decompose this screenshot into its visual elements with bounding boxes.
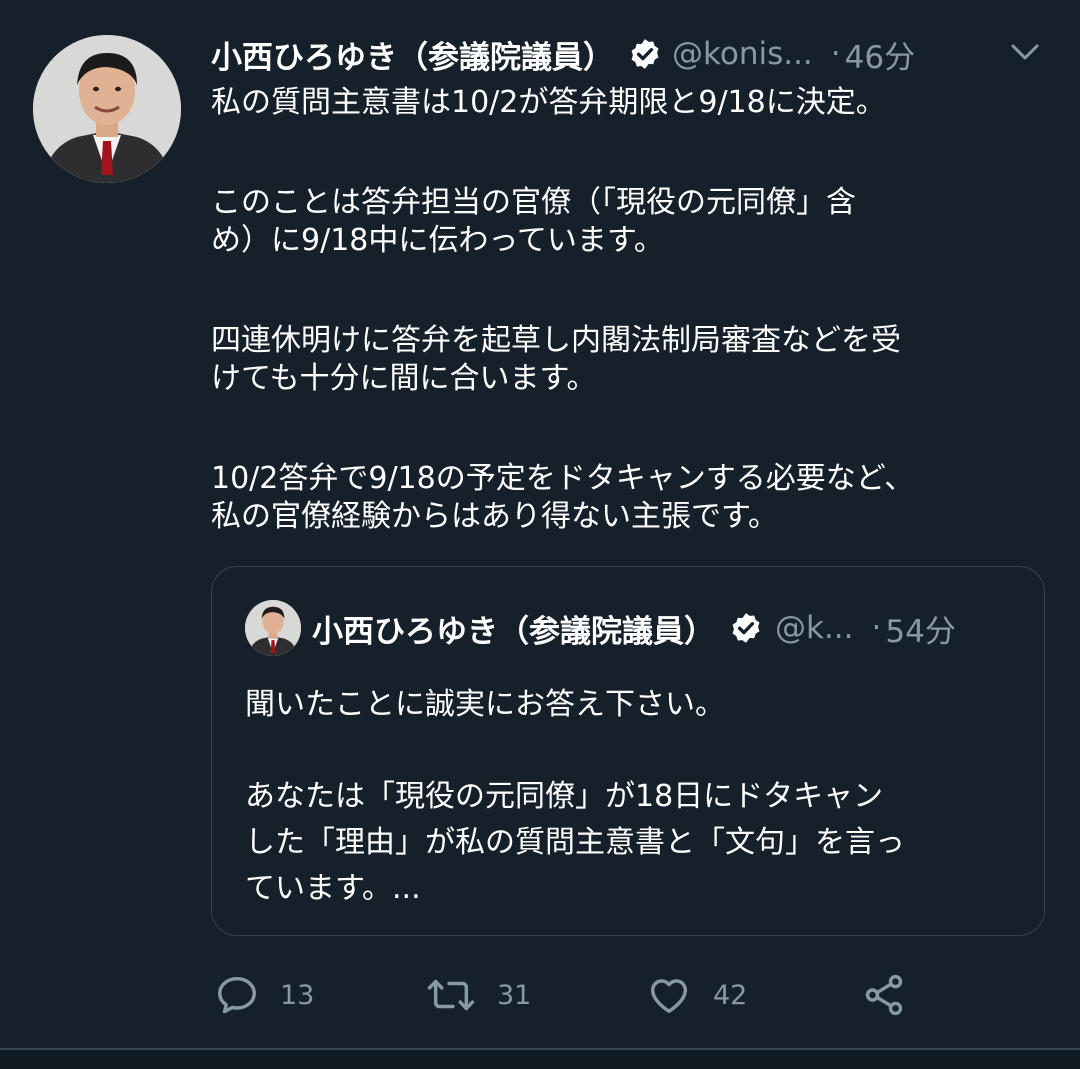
separator-dot: · [871, 610, 882, 646]
separator-dot: · [830, 36, 841, 72]
quoted-author-handle: @k... [775, 610, 854, 646]
bottom-bar [0, 1050, 1080, 1069]
quoted-paragraph: あなたは「現役の元同僚」が18日にドタキャン した「理由」が私の質問主意書と「文… [245, 779, 905, 906]
tweet-body: 私の質問主意書は10/2が答弁期限と9/18に決定。 このことは答弁担当の官僚（… [211, 84, 1031, 536]
quoted-tweet-timestamp: 54分 [885, 613, 956, 650]
quoted-author-avatar [245, 600, 301, 656]
verified-badge-icon [729, 611, 763, 645]
tweet-paragraph: 私の質問主意書は10/2が答弁期限と9/18に決定。 [211, 85, 886, 120]
reply-count: 13 [280, 979, 315, 1011]
share-icon [860, 972, 908, 1018]
quoted-tweet-card[interactable]: 小西ひろゆき（参議院議員） @k... · 54分 聞いたことに誠実にお答え下さ… [211, 566, 1045, 936]
tweet-detail: 小西ひろゆき（参議院議員） @konis... · 46分 私の質問主意書は10… [0, 0, 1080, 1069]
retweet-icon [425, 972, 477, 1018]
author-avatar[interactable] [33, 35, 181, 183]
author-handle[interactable]: @konis... [672, 36, 813, 72]
share-button[interactable] [860, 972, 908, 1018]
action-bar: 13 31 42 [0, 960, 1080, 1030]
verified-badge-icon [628, 37, 662, 71]
tweet-timestamp[interactable]: 46分 [845, 32, 915, 77]
like-count: 42 [713, 979, 748, 1011]
quoted-tweet-body: 聞いたことに誠実にお答え下さい。 あなたは「現役の元同僚」が18日にドタキャン … [245, 682, 1035, 912]
quoted-paragraph: 聞いたことに誠実にお答え下さい。 [245, 687, 725, 722]
quoted-author-name: 小西ひろゆき（参議院議員） [312, 613, 715, 650]
tweet-header: 小西ひろゆき（参議院議員） @konis... · 46分 [211, 28, 1071, 80]
like-button[interactable]: 42 [645, 972, 747, 1018]
chevron-down-icon[interactable] [1005, 38, 1045, 68]
tweet-paragraph: 10/2答弁で9/18の予定をドタキャンする必要など、 私の官僚経験からはあり得… [211, 461, 915, 534]
reply-icon [214, 972, 260, 1018]
retweet-button[interactable]: 31 [425, 972, 531, 1018]
author-name[interactable]: 小西ひろゆき（参議院議員） [211, 32, 614, 77]
heart-icon [645, 972, 693, 1018]
retweet-count: 31 [497, 979, 532, 1011]
reply-button[interactable]: 13 [214, 972, 314, 1018]
quoted-tweet-header: 小西ひろゆき（参議院議員） @k... · 54分 [312, 603, 956, 653]
tweet-paragraph: 四連休明けに答弁を起草し内閣法制局審査などを受 けても十分に間に合います。 [211, 323, 901, 396]
tweet-paragraph: このことは答弁担当の官僚（「現役の元同僚」含 め）に9/18中に伝わっています。 [211, 185, 856, 258]
